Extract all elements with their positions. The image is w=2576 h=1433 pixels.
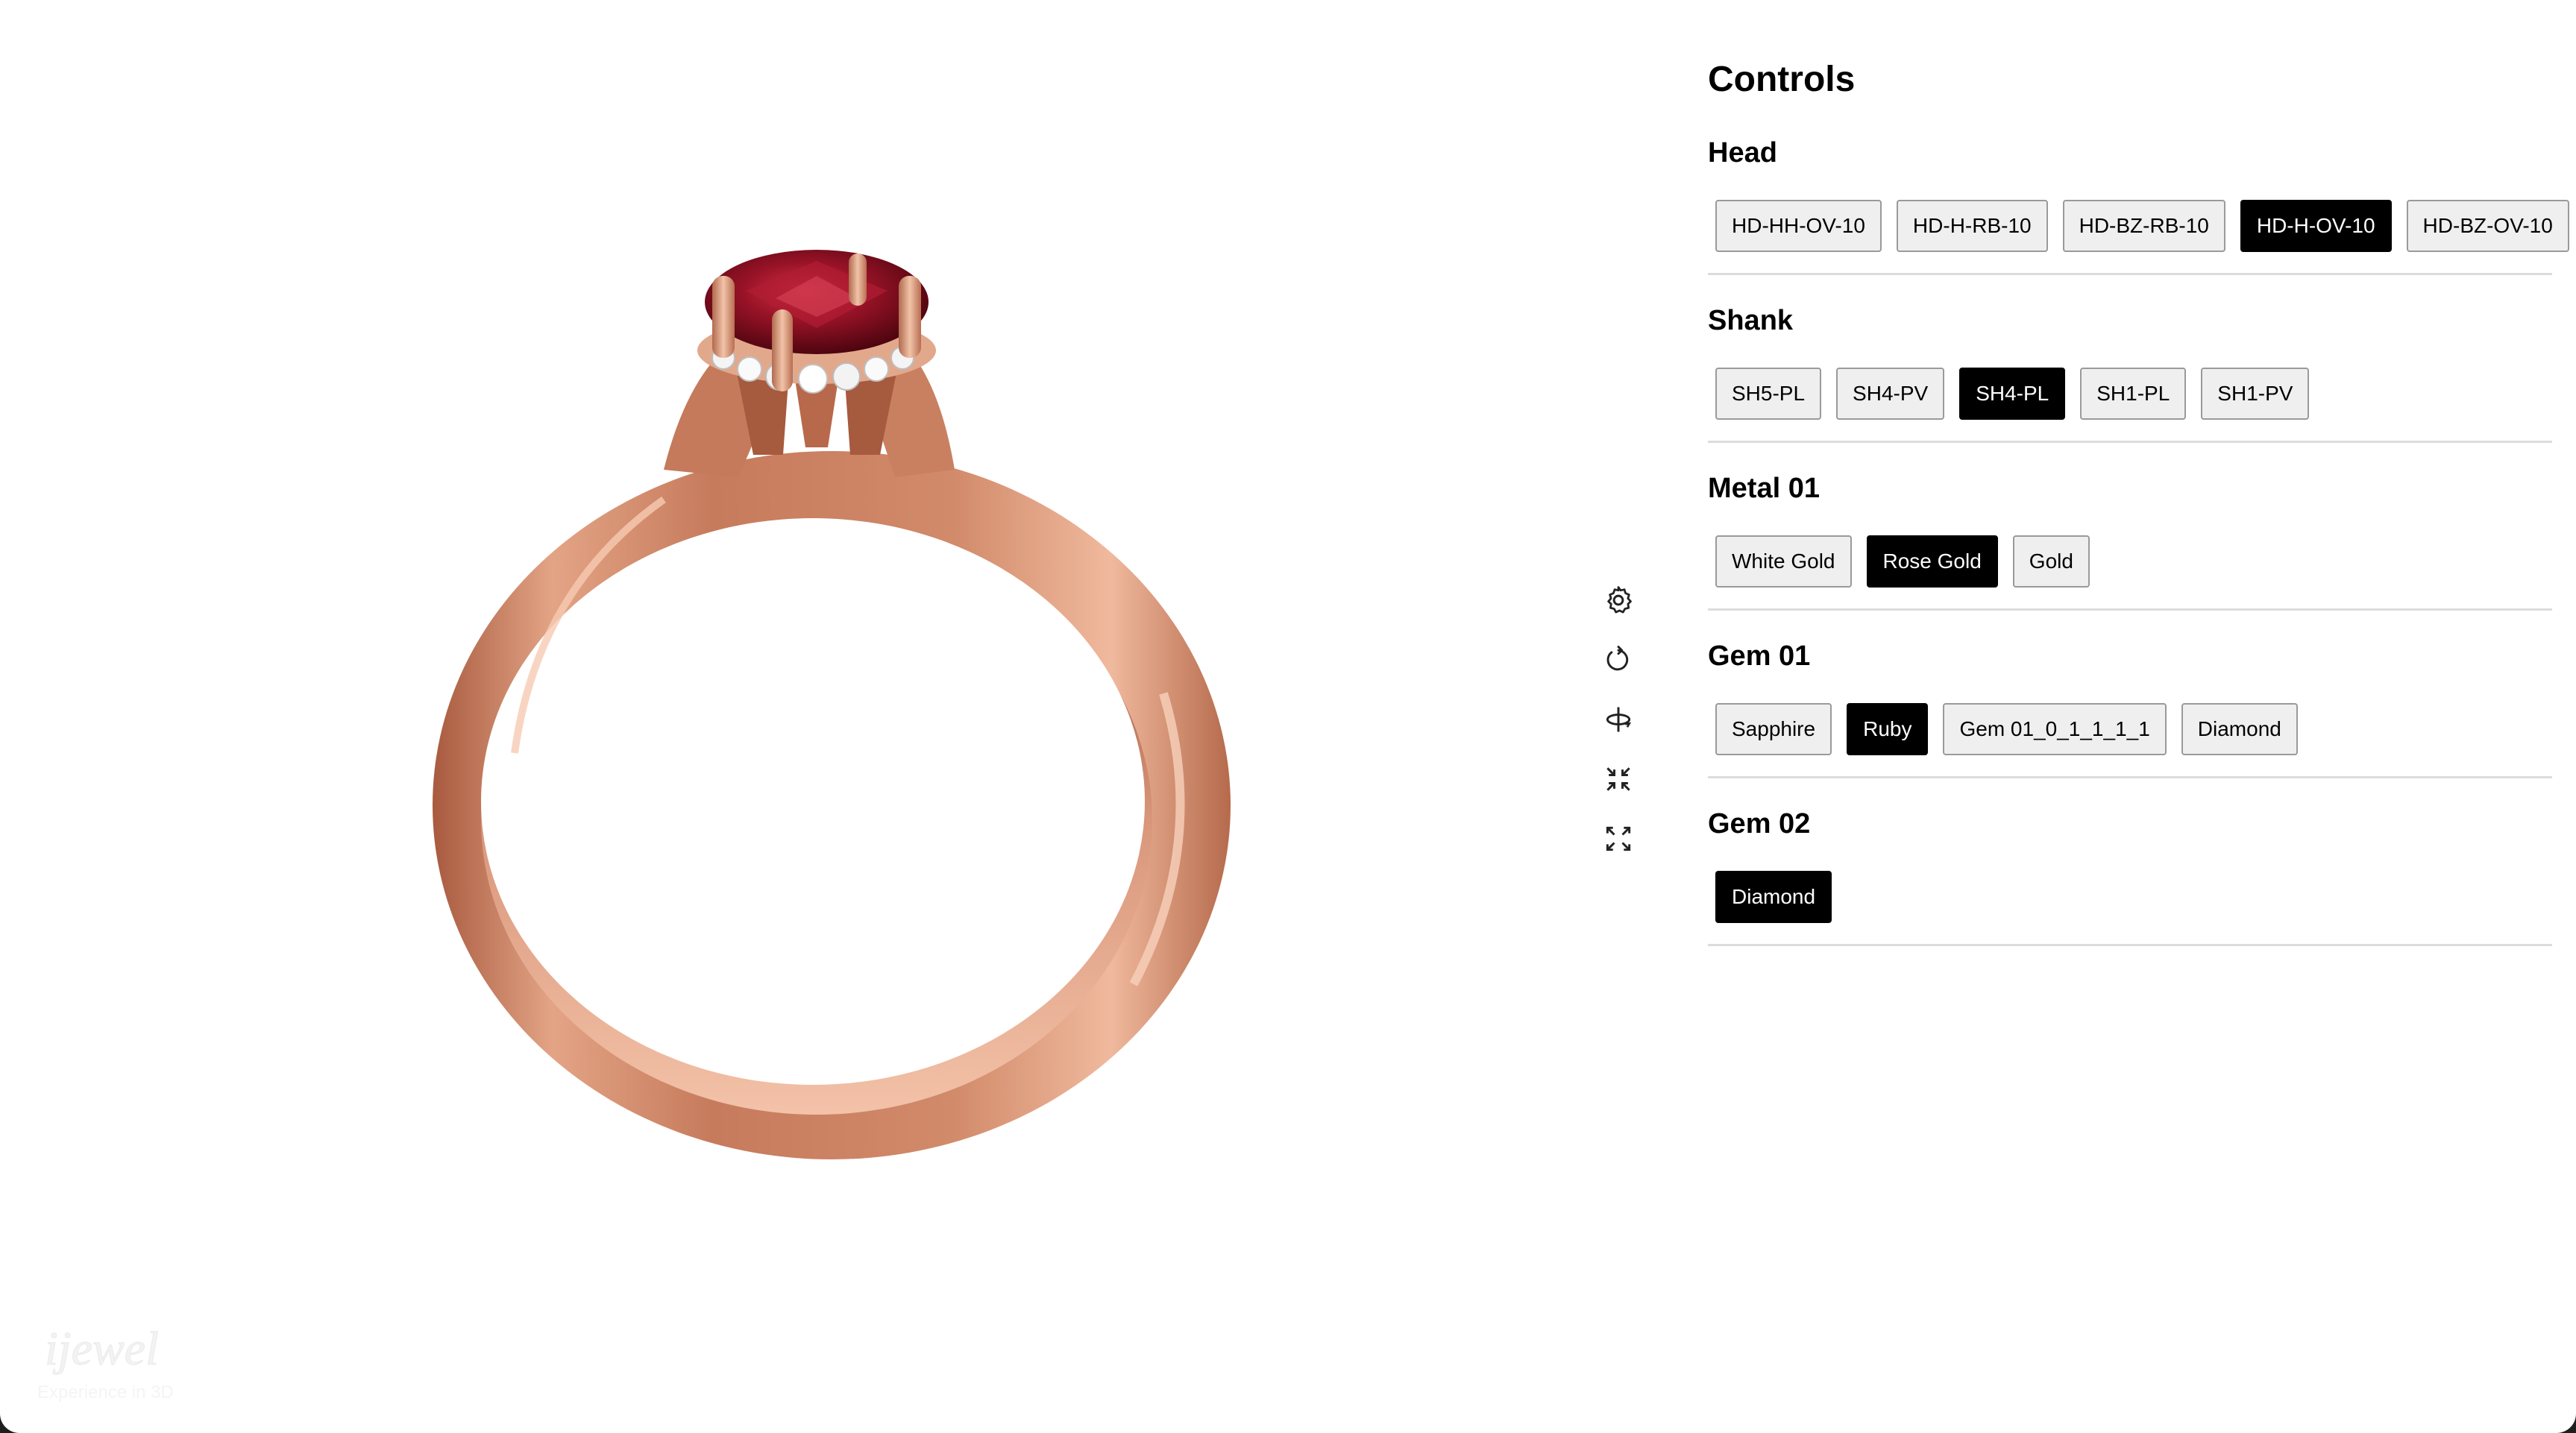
reset-view-button[interactable]	[1596, 637, 1641, 682]
option-button[interactable]: Diamond	[2181, 703, 2298, 755]
option-group: White Gold Rose Gold Gold	[1708, 535, 2552, 608]
option-button[interactable]: Diamond	[1715, 871, 1832, 923]
option-button[interactable]: HD-BZ-RB-10	[2062, 200, 2225, 252]
option-button[interactable]: Rose Gold	[1866, 535, 1998, 588]
option-button[interactable]: Sapphire	[1715, 703, 1832, 755]
section-head: Head HD-HH-OV-10 HD-H-RB-10 HD-BZ-RB-10 HD-H…	[1708, 133, 2569, 275]
prong	[899, 276, 921, 358]
option-group: HD-HH-OV-10 HD-H-RB-10 HD-BZ-RB-10 HD-H-OV-…	[1708, 200, 2569, 273]
collapse-icon	[1606, 767, 1630, 791]
svg-text:Experience in 3D: Experience in 3D	[37, 1382, 174, 1402]
section-title: Head	[1708, 137, 1777, 169]
prong	[772, 309, 793, 391]
section-gem-02: Gem 02 Diamond	[1708, 804, 2552, 946]
app-window: ijewel Experience in 3D Controls Head HD…	[0, 0, 2576, 1433]
svg-text:ijewel: ijewel	[45, 1322, 159, 1375]
option-button[interactable]: SH1-PV	[2201, 368, 2310, 420]
ring-viewer[interactable]: ijewel Experience in 3D	[0, 0, 1686, 1433]
section-shank: Shank SH5-PL SH4-PV SH4-PL SH1-PL SH1-PV	[1708, 300, 2552, 443]
viewer-toolbar	[1596, 578, 1641, 876]
option-button[interactable]: Gem 01_0_1_1_1_1	[1943, 703, 2167, 755]
ijewel-watermark: ijewel Experience in 3D	[37, 1322, 174, 1403]
option-group: Diamond	[1708, 871, 2552, 944]
option-button[interactable]: White Gold	[1715, 535, 1852, 588]
option-button[interactable]: SH1-PL	[2080, 368, 2187, 420]
section-metal-01: Metal 01 White Gold Rose Gold Gold	[1708, 468, 2552, 611]
panel-title: Controls	[1708, 60, 1856, 99]
reset-rotation-icon	[1606, 646, 1629, 671]
ring-model[interactable]	[418, 231, 1253, 1171]
option-button[interactable]: HD-HH-OV-10	[1715, 200, 1882, 252]
option-button[interactable]: HD-BZ-OV-10	[2406, 200, 2569, 252]
section-title: Gem 01	[1708, 640, 1811, 672]
option-group: SH5-PL SH4-PV SH4-PL SH1-PL SH1-PV	[1708, 368, 2552, 441]
rotate-axis-icon	[1606, 707, 1632, 732]
option-button[interactable]: SH5-PL	[1715, 368, 1822, 420]
fullscreen-button[interactable]	[1596, 816, 1641, 861]
option-button[interactable]: SH4-PV	[1836, 368, 1945, 420]
option-button[interactable]: Ruby	[1847, 703, 1929, 755]
section-title: Metal 01	[1708, 473, 1820, 504]
controls-panel: Controls Head HD-HH-OV-10 HD-H-RB-10 HD-BZ-…	[1708, 52, 2569, 971]
fullscreen-icon	[1606, 826, 1631, 851]
section-title: Shank	[1708, 305, 1794, 336]
option-button[interactable]: HD-H-RB-10	[1896, 200, 2048, 252]
control-sections: Head HD-HH-OV-10 HD-H-RB-10 HD-BZ-RB-10 HD-H…	[1708, 133, 2569, 946]
ring-opening	[481, 518, 1145, 1085]
prong	[849, 253, 867, 306]
option-group: Sapphire Ruby Gem 01_0_1_1_1_1 Diamond	[1708, 703, 2552, 776]
option-button[interactable]: Gold	[2012, 535, 2090, 588]
section-gem-01: Gem 01 Sapphire Ruby Gem 01_0_1_1_1_1 Diamon…	[1708, 636, 2552, 778]
gear-icon	[1607, 586, 1632, 614]
auto-rotate-button[interactable]	[1596, 697, 1641, 742]
prong	[712, 276, 735, 358]
option-button[interactable]: HD-H-OV-10	[2240, 200, 2392, 252]
settings-button[interactable]	[1596, 578, 1641, 623]
section-title: Gem 02	[1708, 808, 1811, 840]
option-button[interactable]: SH4-PL	[1959, 368, 2066, 420]
collapse-button[interactable]	[1596, 757, 1641, 801]
